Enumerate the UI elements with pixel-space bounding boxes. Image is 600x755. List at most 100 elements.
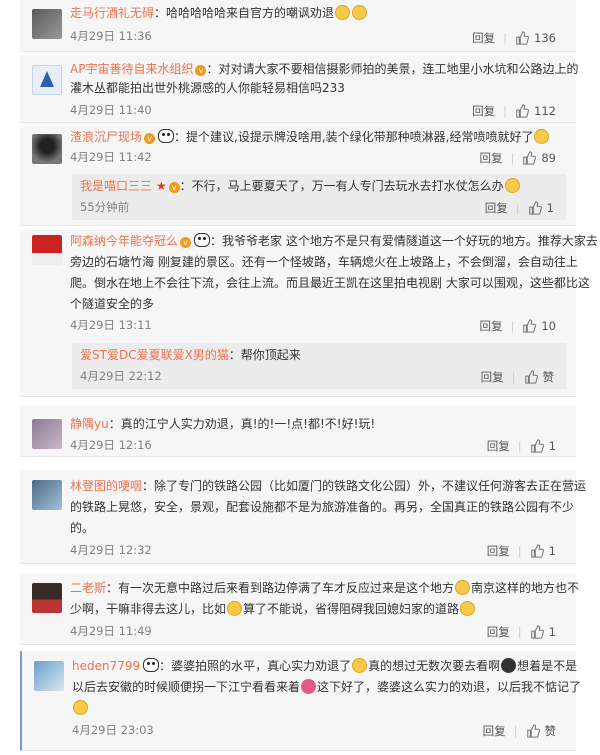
comment-text: 少啊，干嘛非得去这儿，比如 [70,602,227,616]
comment-text-line: 爬。倒水在地上不会往下流，会往上流。而且最近王凯在这里拍电视剧 大家可以围观，这… [70,276,590,290]
like-count: 136 [534,31,556,45]
reply-button[interactable]: 回复 [479,150,502,166]
comment-actions: 回复 | 1 [486,624,556,640]
comment-text: ：除了专门的铁路公园（比如厦门的铁路文化公园）外，不建议任何游客去正在营运 [142,479,587,493]
reply-text: ：不行，马上要夏天了，万一有人专门去玩水去打水仗怎么办 [179,179,504,193]
thumb-up-icon[interactable] [530,439,544,453]
thumb-up-icon[interactable] [526,724,540,738]
avatar[interactable] [32,419,62,449]
comment-text: 这下好了，婆婆这么实力的劝退，以后我不惦记了 [317,680,582,694]
comment-time: 4月29日 23:03 [72,723,154,737]
reply-button[interactable]: 回复 [472,103,495,119]
reply-username[interactable]: 我是喵口三三 [80,179,152,193]
comment-text-line: 林登图的哽咽：除了专门的铁路公园（比如厦门的铁路文化公园）外，不建议任何游客去正… [70,475,586,497]
reply-button[interactable]: 回复 [487,543,510,559]
reply-time: 55分钟前 [80,200,130,214]
like-count: 1 [546,201,554,215]
comment-actions: 回复 | 1 [486,438,556,454]
thumb-up-icon[interactable] [530,625,544,639]
reply-box: 我是喵口三三 ★ v ：不行，马上要夏天了，万一有人专门去玩水去打水仗怎么办 55分… [72,174,566,220]
comment-username[interactable]: 静隅yu [70,417,109,431]
reply-button[interactable]: 回复 [485,200,508,216]
comment-username[interactable]: heden7799 [72,659,140,673]
reply-username[interactable]: 爱ST爱DC爱夏联爱X男的猫 [80,348,229,362]
comment-text-line: 灌木丛都能拍出世外桃源感的人你能轻易相信吗233 [70,81,345,95]
vip-badge-icon: v [168,182,180,193]
laugh-cry-emoji-icon [455,580,471,595]
comment-username[interactable]: 渣浪沉尸现场 [70,130,142,144]
comment-card: 阿森纳今年能夺冠么 v ：我爷爷老家 这个地方不是只有爱情隧道这一个好玩的地方。推荐… [20,229,598,397]
like-count: 10 [541,319,556,333]
comment-text: ：哈哈哈哈哈来自官方的嘲讽劝退 [154,6,335,20]
reply-text-line: 爱ST爱DC爱夏联爱X男的猫：帮你顶起来 [80,344,301,366]
comment-text-line: 二老斯：有一次无意中路过后来看到路边停满了车才反应过来是这个地方 南京这样的地方也… [70,577,579,599]
comment-text: ：对对请大家不要相信摄影师拍的美景，连工地里小水坑和公路边上的 [206,62,579,76]
comment-text: 真的想过无数次要去看啊 [368,659,501,673]
panda-badge-icon [143,658,160,672]
reply-text-line: 我是喵口三三 ★ v ：不行，马上要夏天了，万一有人专门去玩水去打水仗怎么办 [80,175,521,197]
comment-text-line: 走马行酒礼无碍：哈哈哈哈哈来自官方的嘲讽劝退 [70,2,368,24]
comment-card: heden7799 ：婆婆拍照的水平，真心实力劝退了 真的想过无数次要去看啊 想着是不… [20,651,581,751]
comment-card: 林登图的哽咽：除了专门的铁路公园（比如厦门的铁路文化公园）外，不建议任何游客去正… [20,470,586,564]
comment-actions: 回复 | 赞 [482,723,557,739]
smile-emoji-icon [504,178,520,193]
comment-actions: 回复 | 10 [479,318,556,334]
panda-badge-icon [158,129,175,143]
comment-actions: 回复 | 1 [486,543,556,559]
smile-emoji-icon [460,601,476,616]
comment-username[interactable]: 林登图的哽咽 [70,479,142,493]
thumb-up-icon[interactable] [528,201,542,215]
comment-text: ：真的江宁人实力劝退，真!的!一!点!都!不!好!玩! [108,417,376,431]
thumb-up-icon[interactable] [524,370,538,384]
like-count: 1 [548,439,556,453]
comment-actions: 回复 | 89 [479,150,556,166]
reply-button[interactable]: 回复 [481,369,504,385]
reply-actions: 回复 | 赞 [480,369,555,385]
avatar[interactable] [34,661,64,691]
thumb-up-icon[interactable] [515,31,530,45]
star-badge-icon: ★ [155,179,167,193]
comment-username[interactable]: AP宇宙善待自来水组织 [70,62,193,76]
reply-time: 4月29日 22:12 [80,369,162,383]
avatar[interactable] [32,134,62,164]
grin-emoji-icon [352,5,368,20]
avatar[interactable] [32,480,62,510]
comment-card: AP宇宙善待自来水组织 v ：对对请大家不要相信摄影师拍的美景，连工地里小水坑和公路… [20,55,579,123]
comment-card: 渣浪沉尸现场 v ：提个建议,设提示牌没啥用,装个绿化带那种喷淋器,经常喷喷就好了 … [20,126,576,226]
reply-button[interactable]: 回复 [479,318,502,334]
reply-text: ：帮你顶起来 [228,348,301,362]
comment-username[interactable]: 走马行酒礼无碍 [70,6,154,20]
comment-text: 算了不能说，省得阻碍我回媳妇家的道路 [243,602,460,616]
thumb-up-icon[interactable] [515,104,530,118]
like-button-label[interactable]: 赞 [543,369,555,385]
like-count: 1 [548,625,556,639]
sweat-emoji-icon [73,700,88,715]
reply-button[interactable]: 回复 [487,438,510,454]
reply-button[interactable]: 回复 [483,723,506,739]
vip-badge-icon: v [195,65,207,76]
avatar[interactable] [32,235,62,265]
comment-actions: 回复 | 112 [472,103,556,119]
thumb-up-icon[interactable] [522,151,537,165]
avatar[interactable] [32,65,62,95]
reply-button[interactable]: 回复 [472,30,495,46]
avatar[interactable] [32,583,62,613]
smile-emoji-icon [534,129,550,144]
comment-time: 4月29日 12:16 [70,438,152,452]
comment-text-line: 的铁路上晃悠，安全，景观，配套设施都不是为旅游准备的。再另，全国真正的铁路公园有… [70,500,575,514]
thumb-up-icon[interactable] [522,319,537,333]
panda-badge-icon [194,233,211,247]
like-button-label[interactable]: 赞 [545,723,557,739]
comment-text-line: 阿森纳今年能夺冠么 v ：我爷爷老家 这个地方不是只有爱情隧道这一个好玩的地方。推荐… [70,230,598,252]
comment-time: 4月29日 12:32 [70,543,152,557]
laugh-emoji-icon [335,5,351,20]
comment-time: 4月29日 11:49 [70,624,152,638]
comment-username[interactable]: 阿森纳今年能夺冠么 [70,234,178,248]
comment-card: 静隅yu：真的江宁人实力劝退，真!的!一!点!都!不!好!玩! 4月29日 12… [20,405,576,457]
comment-text: ：婆婆拍照的水平，真心实力劝退了 [159,659,352,673]
comment-username[interactable]: 二老斯 [70,581,106,595]
thumb-up-icon[interactable] [530,544,544,558]
comment-text: ：我爷爷老家 这个地方不是只有爱情隧道这一个好玩的地方。推荐大家去 [210,234,598,248]
reply-button[interactable]: 回复 [487,624,510,640]
avatar[interactable] [32,9,62,39]
